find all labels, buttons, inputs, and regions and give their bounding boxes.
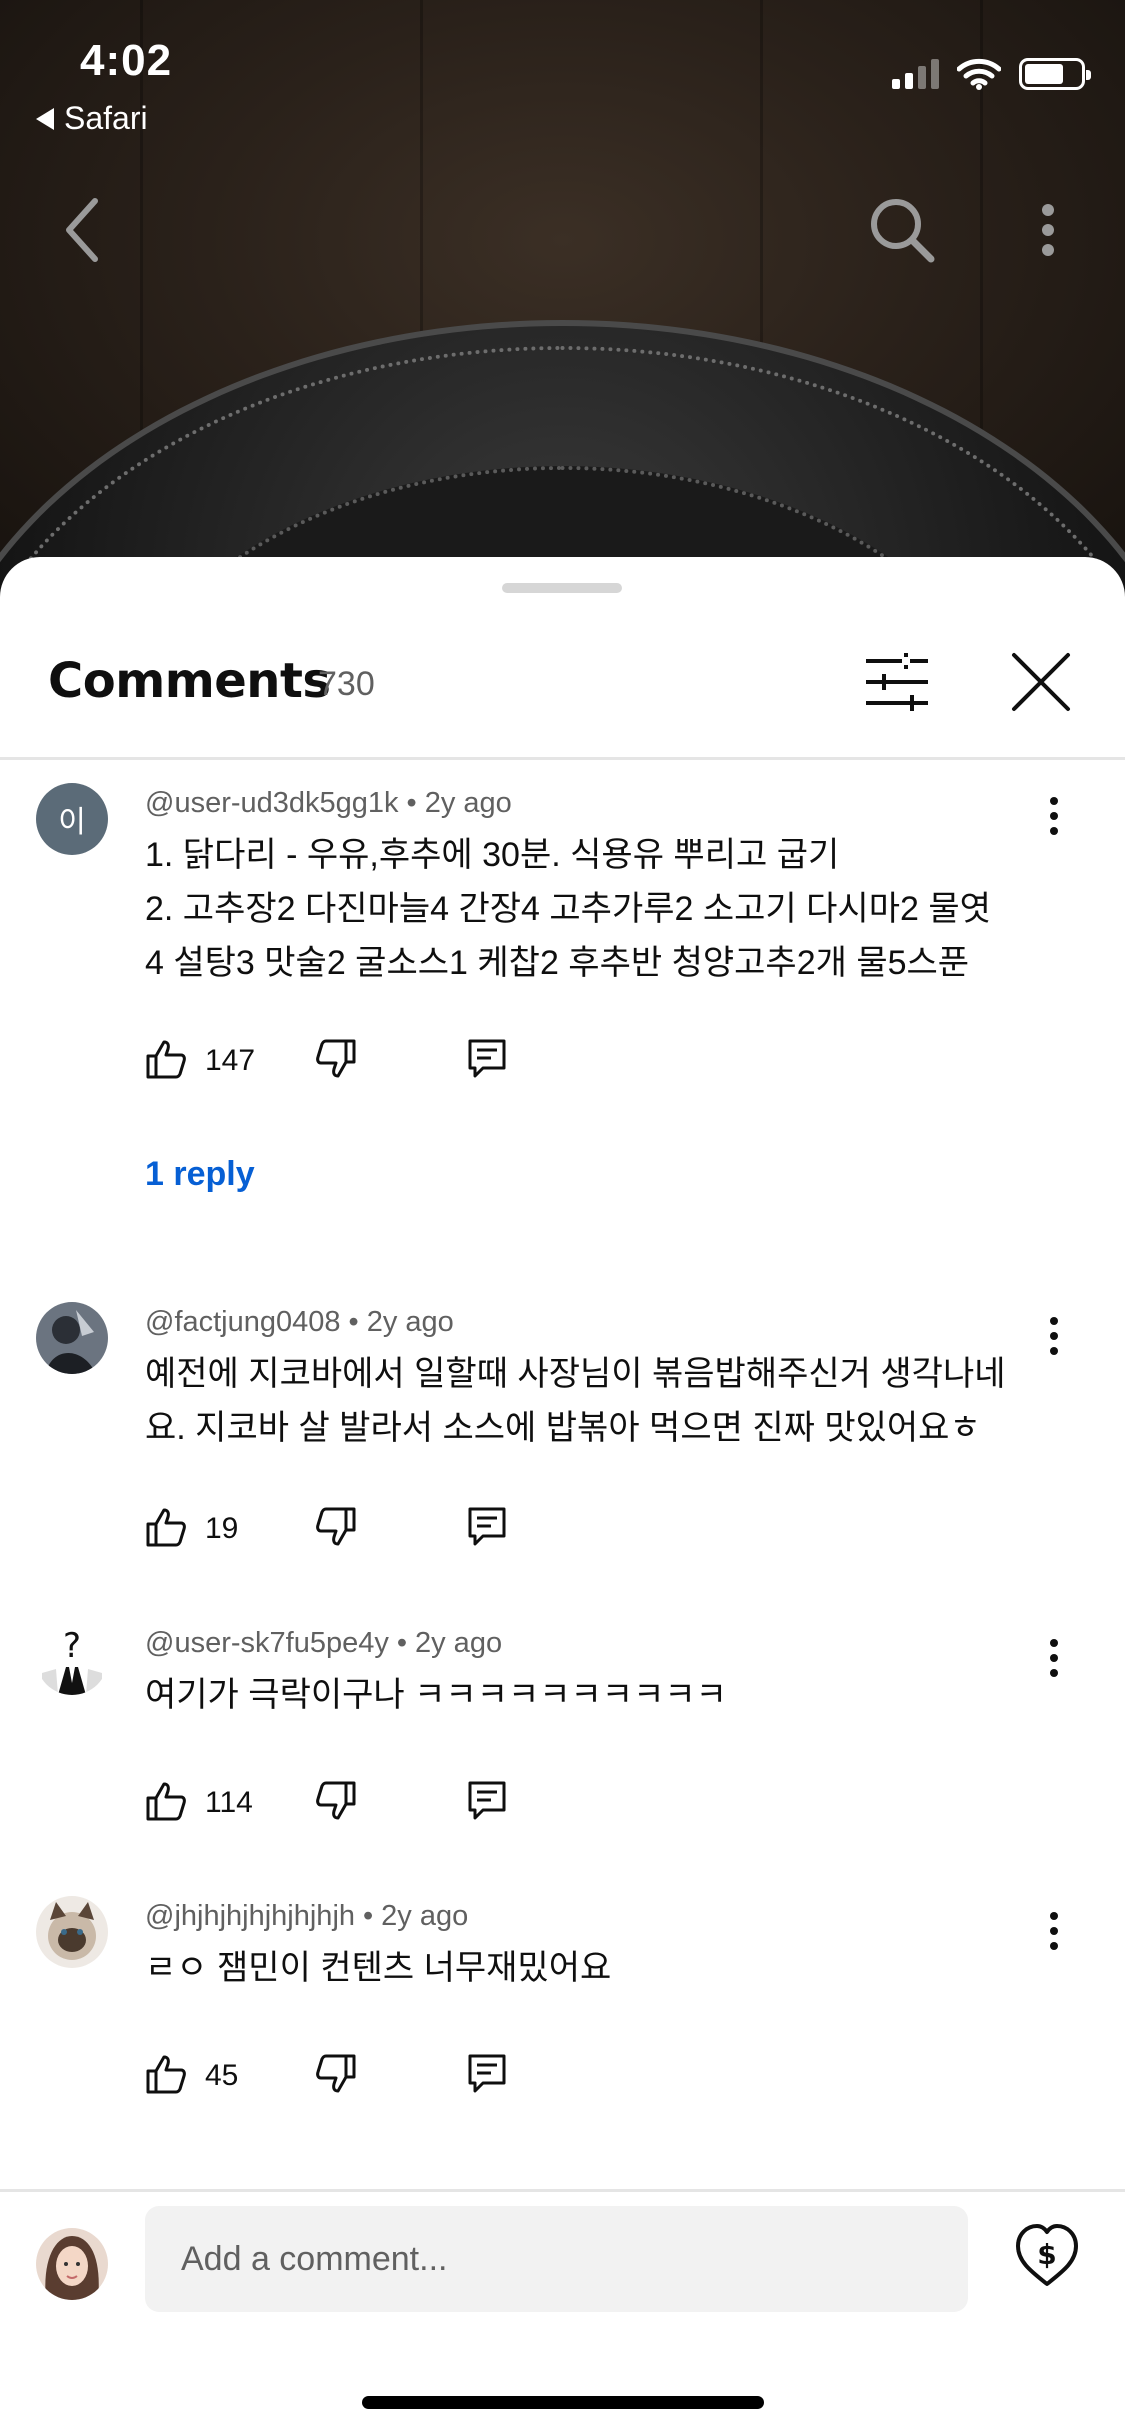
comment-age: 2y ago: [415, 1627, 503, 1659]
like-count: 45: [205, 2059, 239, 2092]
back-to-safari[interactable]: Safari: [36, 100, 148, 137]
filter-sliders-icon[interactable]: [862, 647, 932, 717]
back-triangle-icon: [36, 107, 54, 130]
like-count: 19: [205, 1512, 239, 1545]
video-player[interactable]: 4:02 Safari: [0, 0, 1125, 600]
super-thanks-heart-dollar-icon[interactable]: $: [1012, 2218, 1082, 2298]
wifi-icon: [957, 58, 1001, 90]
status-time: 4:02: [80, 36, 173, 85]
reply-icon[interactable]: [467, 2053, 507, 2095]
avatar[interactable]: [36, 1896, 108, 1968]
avatar[interactable]: 이: [36, 783, 108, 855]
svg-text:?: ?: [63, 1626, 81, 1666]
comment-meta: @factjung0408 • 2y ago: [145, 1306, 454, 1339]
search-icon[interactable]: [862, 190, 942, 270]
user-avatar[interactable]: [36, 2228, 108, 2300]
header-divider: [0, 757, 1125, 760]
status-icons: [892, 58, 1091, 90]
thumbs-up-icon[interactable]: [145, 1038, 187, 1080]
comments-title: Comments: [48, 653, 331, 709]
comment-author[interactable]: @user-sk7fu5pe4y: [145, 1627, 389, 1659]
comment-text: ㄹㅇ 잼민이 컨텐츠 너무재밌어요: [145, 1941, 1045, 1995]
comments-count: 730: [318, 665, 375, 703]
comment-author[interactable]: @user-ud3dk5gg1k: [145, 787, 399, 819]
comments-header: Comments 730: [0, 647, 1125, 757]
comment-age: 2y ago: [424, 787, 512, 819]
back-arrow-icon[interactable]: [42, 190, 122, 270]
comment-actions: 147: [145, 1038, 565, 1094]
cellular-signal-icon: [892, 59, 939, 89]
home-indicator[interactable]: [362, 2396, 764, 2409]
meta-separator: •: [363, 1900, 374, 1932]
comment-line: 예전에 지코바에서 일할때 사장님이 볶음밥해주신거 생각나네: [145, 1355, 1006, 1393]
comment-actions: 19: [145, 1506, 565, 1562]
comment-meta: @jhjhjhjhjhjhjhjh • 2y ago: [145, 1900, 468, 1933]
comment-age: 2y ago: [366, 1306, 454, 1338]
more-vertical-icon[interactable]: [1008, 190, 1088, 270]
avatar[interactable]: [36, 1302, 108, 1374]
reply-icon[interactable]: [467, 1780, 507, 1822]
comment-actions: 114: [145, 1780, 565, 1836]
like-count: 147: [205, 1044, 256, 1077]
reply-icon[interactable]: [467, 1506, 507, 1548]
comment-meta: @user-sk7fu5pe4y • 2y ago: [145, 1627, 502, 1660]
comment-line: 여기가 극락이구나 ㅋㅋㅋㅋㅋㅋㅋㅋㅋㅋ: [145, 1676, 727, 1714]
meta-separator: •: [396, 1627, 407, 1659]
meta-separator: •: [348, 1306, 359, 1338]
comment-text: 예전에 지코바에서 일할때 사장님이 볶음밥해주신거 생각나네 요. 지코바 살…: [145, 1347, 1045, 1455]
comment-author[interactable]: @factjung0408: [145, 1306, 341, 1338]
comment-text: 1. 닭다리 - 우유,후추에 30분. 식용유 뿌리고 굽기 2. 고추장2 …: [145, 828, 1045, 990]
reply-icon[interactable]: [467, 1038, 507, 1080]
comment-line: 2. 고추장2 다진마늘4 간장4 고추가루2 소고기 다시마2 물엿: [145, 890, 991, 928]
comment-age: 2y ago: [381, 1900, 469, 1932]
comment-meta: @user-ud3dk5gg1k • 2y ago: [145, 787, 512, 820]
thumbs-down-icon[interactable]: [315, 1780, 357, 1822]
meta-separator: •: [406, 787, 417, 819]
thumbs-down-icon[interactable]: [315, 1038, 357, 1080]
comment-line: ㄹㅇ 잼민이 컨텐츠 너무재밌어요: [145, 1949, 612, 1987]
drag-handle[interactable]: [502, 583, 622, 593]
avatar[interactable]: ?: [36, 1623, 108, 1695]
comment-actions: 45: [145, 2053, 565, 2109]
comment-author[interactable]: @jhjhjhjhjhjhjhjh: [145, 1900, 355, 1932]
thumbs-up-icon[interactable]: [145, 1506, 187, 1548]
comment-text: 여기가 극락이구나 ㅋㅋㅋㅋㅋㅋㅋㅋㅋㅋ: [145, 1668, 1045, 1722]
svg-text:$: $: [1037, 2238, 1056, 2271]
thumbs-down-icon[interactable]: [315, 1506, 357, 1548]
back-app-label: Safari: [64, 100, 148, 136]
comment-input[interactable]: [145, 2206, 968, 2312]
thumbs-down-icon[interactable]: [315, 2053, 357, 2095]
comment-line: 4 설탕3 맛술2 굴소스1 케찹2 후추반 청양고추2개 물5스푼: [145, 944, 970, 982]
battery-icon: [1019, 58, 1091, 90]
view-replies-link[interactable]: 1 reply: [145, 1155, 255, 1194]
comment-line: 1. 닭다리 - 우유,후추에 30분. 식용유 뿌리고 굽기: [145, 836, 840, 874]
thumbs-up-icon[interactable]: [145, 2053, 187, 2095]
like-count: 114: [205, 1786, 253, 1819]
close-icon[interactable]: [1006, 647, 1076, 717]
comments-sheet: Comments 730 이 @user-ud3dk5gg1k • 2y ago 1…: [0, 557, 1125, 2436]
comment-line: 요. 지코바 살 발라서 소스에 밥볶아 먹으면 진짜 맛있어요ㅎ: [145, 1409, 981, 1447]
thumbs-up-icon[interactable]: [145, 1780, 187, 1822]
